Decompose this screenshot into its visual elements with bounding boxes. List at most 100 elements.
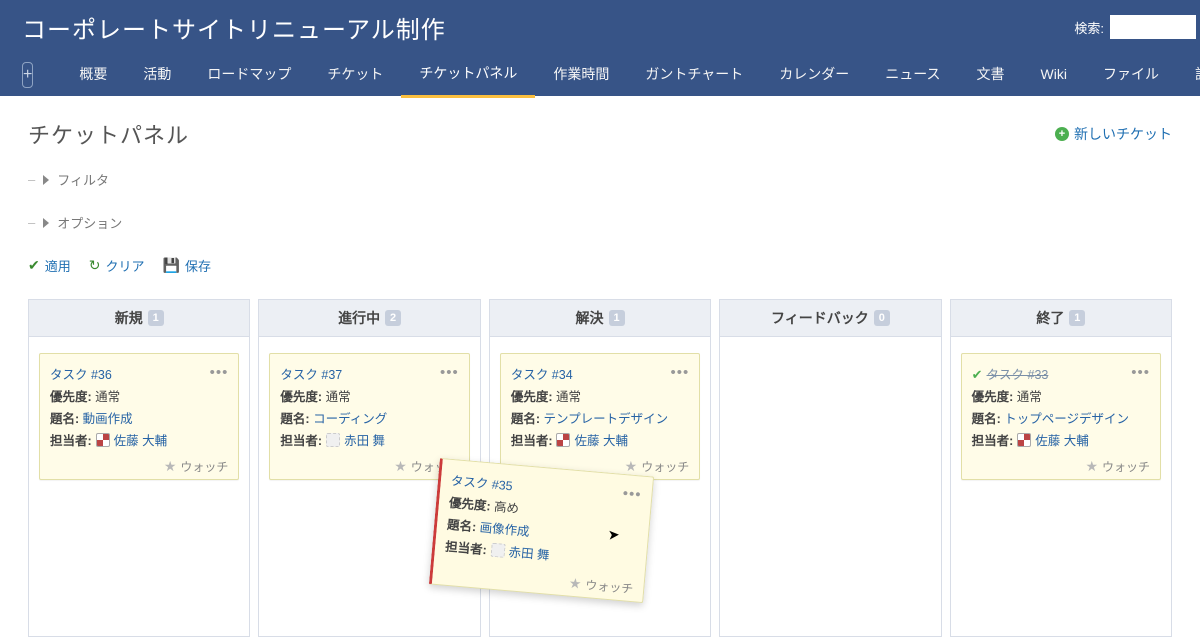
- search-input[interactable]: [1110, 15, 1196, 39]
- column-done: 終了 1 ✔タスク #33 ••• 優先度: 通常 題名: トップページデザイン…: [950, 299, 1172, 637]
- column-header: フィードバック 0: [719, 299, 941, 337]
- save-action[interactable]: 💾 保存: [163, 256, 211, 275]
- star-icon: ★: [1085, 458, 1098, 475]
- ticket-link[interactable]: タスク #35: [451, 470, 514, 494]
- save-label: 保存: [185, 256, 211, 275]
- done-icon: ✔: [972, 367, 983, 382]
- assignee-label: 担当者:: [511, 430, 553, 449]
- subject-label: 題名:: [447, 518, 477, 534]
- ticket-card-dragging[interactable]: タスク #35 ••• 優先度: 高め 題名: 画像作成 担当者:赤田 舞 ★ウ…: [429, 458, 654, 603]
- priority-value: 通常: [326, 390, 351, 404]
- assignee-label: 担当者:: [50, 430, 92, 449]
- reload-icon: ↻: [89, 257, 101, 274]
- options-toggle[interactable]: – オプション: [28, 213, 1172, 232]
- priority-value: 通常: [556, 390, 581, 404]
- avatar-icon: [491, 542, 506, 557]
- watch-toggle[interactable]: ★ウォッチ: [443, 564, 635, 598]
- avatar-icon: [1017, 433, 1031, 447]
- avatar-icon: [96, 433, 110, 447]
- subject-link[interactable]: トップページデザイン: [1004, 412, 1129, 426]
- ticket-card[interactable]: ✔タスク #33 ••• 優先度: 通常 題名: トップページデザイン 担当者:…: [961, 353, 1161, 480]
- nav-gantt[interactable]: ガントチャート: [627, 54, 761, 96]
- column-feedback: フィードバック 0: [719, 299, 941, 637]
- nav-time[interactable]: 作業時間: [535, 54, 627, 96]
- assignee-link[interactable]: 佐藤 大輔: [114, 430, 167, 449]
- column-title: フィードバック: [771, 308, 869, 328]
- more-icon[interactable]: •••: [210, 364, 229, 381]
- watch-toggle[interactable]: ★ウォッチ: [972, 458, 1150, 475]
- main-nav: + 概要 活動 ロードマップ チケット チケットパネル 作業時間 ガントチャート…: [22, 54, 1200, 96]
- watch-label: ウォッチ: [585, 576, 634, 597]
- column-title: 終了: [1036, 308, 1064, 328]
- subject-link[interactable]: 動画作成: [83, 412, 133, 426]
- app-header: コーポレートサイトリニューアル制作 検索: + 概要 活動 ロードマップ チケッ…: [0, 0, 1200, 96]
- priority-label: 優先度:: [972, 390, 1014, 404]
- avatar-icon: [326, 433, 340, 447]
- dash-icon: –: [28, 215, 35, 230]
- assignee-link[interactable]: 赤田 舞: [344, 430, 385, 449]
- ticket-link[interactable]: タスク #37: [280, 364, 342, 383]
- clear-action[interactable]: ↻ クリア: [89, 256, 145, 275]
- subject-link[interactable]: テンプレートデザイン: [543, 412, 668, 426]
- check-icon: ✔: [28, 257, 40, 274]
- priority-label: 優先度:: [50, 390, 92, 404]
- assignee-link[interactable]: 佐藤 大輔: [1035, 430, 1088, 449]
- column-new: 新規 1 タスク #36 ••• 優先度: 通常 題名: 動画作成 担当者:佐藤…: [28, 299, 250, 637]
- cursor-icon: ➤: [608, 526, 621, 544]
- avatar-icon: [556, 433, 570, 447]
- apply-label: 適用: [45, 256, 71, 275]
- watch-label: ウォッチ: [1102, 458, 1150, 475]
- search-label: 検索:: [1074, 18, 1104, 37]
- new-ticket-label: 新しいチケット: [1074, 124, 1172, 144]
- watch-toggle[interactable]: ★ウォッチ: [280, 458, 458, 475]
- nav-ticket-panel[interactable]: チケットパネル: [401, 53, 535, 98]
- column-count: 2: [385, 310, 401, 326]
- chevron-right-icon: [43, 175, 49, 185]
- column-count: 1: [148, 310, 164, 326]
- add-button[interactable]: +: [22, 62, 33, 88]
- more-icon[interactable]: •••: [1131, 364, 1150, 381]
- nav-roadmap[interactable]: ロードマップ: [189, 54, 309, 96]
- nav-news[interactable]: ニュース: [867, 54, 958, 96]
- subject-link[interactable]: 画像作成: [479, 521, 530, 539]
- star-icon: ★: [569, 575, 583, 593]
- watch-label: ウォッチ: [180, 458, 228, 475]
- nav-files[interactable]: ファイル: [1085, 54, 1177, 96]
- more-icon[interactable]: •••: [670, 364, 689, 381]
- assignee-label: 担当者:: [280, 430, 322, 449]
- nav-settings[interactable]: 設定: [1177, 54, 1200, 96]
- ticket-link[interactable]: タスク #36: [50, 364, 112, 383]
- priority-value: 通常: [95, 390, 120, 404]
- clear-label: クリア: [105, 256, 144, 275]
- ticket-card[interactable]: タスク #34 ••• 優先度: 通常 題名: テンプレートデザイン 担当者:佐…: [500, 353, 700, 480]
- more-icon[interactable]: •••: [440, 364, 459, 381]
- ticket-link[interactable]: タスク #33: [987, 368, 1049, 382]
- filters-toggle[interactable]: – フィルタ: [28, 170, 1172, 189]
- column-count: 1: [609, 310, 625, 326]
- project-title: コーポレートサイトリニューアル制作: [22, 10, 446, 45]
- options-label: オプション: [57, 213, 122, 232]
- content-area: チケットパネル + 新しいチケット – フィルタ – オプション ✔ 適用 ↻ …: [0, 96, 1200, 637]
- more-icon[interactable]: •••: [622, 485, 642, 504]
- nav-overview[interactable]: 概要: [61, 54, 125, 96]
- column-count: 0: [874, 310, 890, 326]
- subject-label: 題名:: [972, 412, 1001, 426]
- ticket-link[interactable]: タスク #34: [511, 364, 573, 383]
- subject-label: 題名:: [50, 412, 79, 426]
- nav-documents[interactable]: 文書: [959, 54, 1023, 96]
- column-header: 終了 1: [950, 299, 1172, 337]
- watch-toggle[interactable]: ★ウォッチ: [50, 458, 228, 475]
- subject-link[interactable]: コーディング: [313, 412, 387, 426]
- assignee-link[interactable]: 佐藤 大輔: [574, 430, 627, 449]
- apply-action[interactable]: ✔ 適用: [28, 256, 71, 275]
- nav-activity[interactable]: 活動: [125, 54, 189, 96]
- nav-tickets[interactable]: チケット: [309, 54, 401, 96]
- nav-calendar[interactable]: カレンダー: [761, 54, 867, 96]
- assignee-label: 担当者:: [445, 536, 488, 559]
- assignee-link[interactable]: 赤田 舞: [508, 541, 550, 563]
- new-ticket-link[interactable]: + 新しいチケット: [1055, 124, 1172, 144]
- column-title: 進行中: [338, 308, 380, 328]
- ticket-card[interactable]: タスク #36 ••• 優先度: 通常 題名: 動画作成 担当者: 佐藤 大輔 ★…: [39, 353, 239, 480]
- nav-wiki[interactable]: Wiki: [1023, 56, 1085, 94]
- save-icon: 💾: [163, 257, 180, 274]
